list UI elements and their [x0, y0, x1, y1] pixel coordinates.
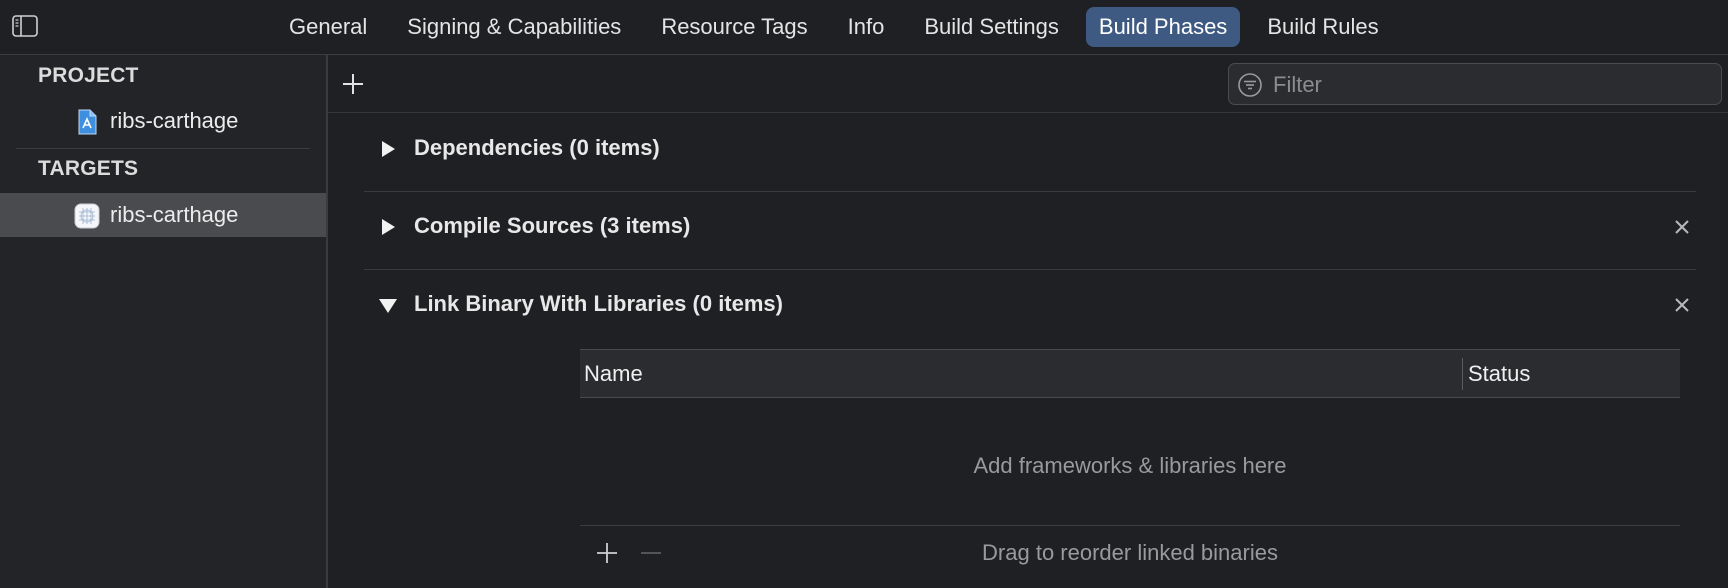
project-navigator: PROJECT ribs-carthage TARGETS ribs-carth…	[0, 55, 328, 588]
editor-tab-bar: General Signing & Capabilities Resource …	[0, 0, 1728, 55]
sidebar-item-label: ribs-carthage	[110, 108, 239, 133]
phase-compile-sources[interactable]: Compile Sources (3 items)	[364, 191, 1696, 270]
sidebar-toggle-icon[interactable]	[12, 15, 38, 37]
disclosure-triangle-icon[interactable]	[378, 295, 398, 315]
phase-dependencies[interactable]: Dependencies (0 items)	[364, 113, 1696, 192]
build-phases-editor: Dependencies (0 items) Compile Sources (…	[328, 55, 1728, 588]
settings-tabs: General Signing & Capabilities Resource …	[276, 7, 1406, 47]
close-icon[interactable]	[1670, 293, 1694, 317]
tab-resource-tags[interactable]: Resource Tags	[648, 7, 820, 47]
column-header-name[interactable]: Name	[584, 361, 643, 387]
filter-icon	[1238, 73, 1262, 97]
phase-title: Link Binary With Libraries (0 items)	[414, 291, 783, 316]
tab-build-settings[interactable]: Build Settings	[911, 7, 1072, 47]
phases-toolbar	[328, 55, 1728, 113]
filter-field[interactable]	[1228, 63, 1722, 106]
sidebar-divider	[16, 148, 310, 149]
column-header-status[interactable]: Status	[1468, 361, 1530, 387]
disclosure-triangle-icon[interactable]	[378, 139, 398, 159]
tab-build-rules[interactable]: Build Rules	[1254, 7, 1391, 47]
target-app-icon	[74, 203, 100, 229]
add-phase-plus-icon[interactable]	[340, 71, 366, 97]
phase-title: Compile Sources (3 items)	[414, 213, 691, 238]
filter-input[interactable]	[1271, 64, 1715, 106]
targets-section-header: TARGETS	[38, 157, 139, 180]
sidebar-item-label: ribs-carthage	[110, 202, 239, 227]
libraries-table-header: Name Status	[580, 349, 1680, 398]
reorder-hint: Drag to reorder linked binaries	[982, 540, 1278, 565]
tab-signing-capabilities[interactable]: Signing & Capabilities	[394, 7, 634, 47]
phase-link-binary[interactable]: Link Binary With Libraries (0 items)	[364, 269, 1696, 347]
sidebar-item-target[interactable]: ribs-carthage	[0, 193, 326, 237]
sidebar-item-project[interactable]: ribs-carthage	[0, 99, 326, 143]
project-file-icon	[78, 109, 97, 135]
disclosure-triangle-icon[interactable]	[378, 217, 398, 237]
tab-info[interactable]: Info	[835, 7, 898, 47]
close-icon[interactable]	[1670, 215, 1694, 239]
libraries-footer: Drag to reorder linked binaries	[580, 525, 1680, 584]
column-separator[interactable]	[1462, 358, 1463, 390]
tab-build-phases[interactable]: Build Phases	[1085, 7, 1241, 47]
tab-general[interactable]: General	[276, 7, 380, 47]
libraries-empty-placeholder: Add frameworks & libraries here	[973, 453, 1287, 478]
phase-title: Dependencies (0 items)	[414, 135, 660, 160]
project-section-header: PROJECT	[38, 64, 139, 87]
libraries-table: Name Status Add frameworks & libraries h…	[580, 349, 1680, 585]
